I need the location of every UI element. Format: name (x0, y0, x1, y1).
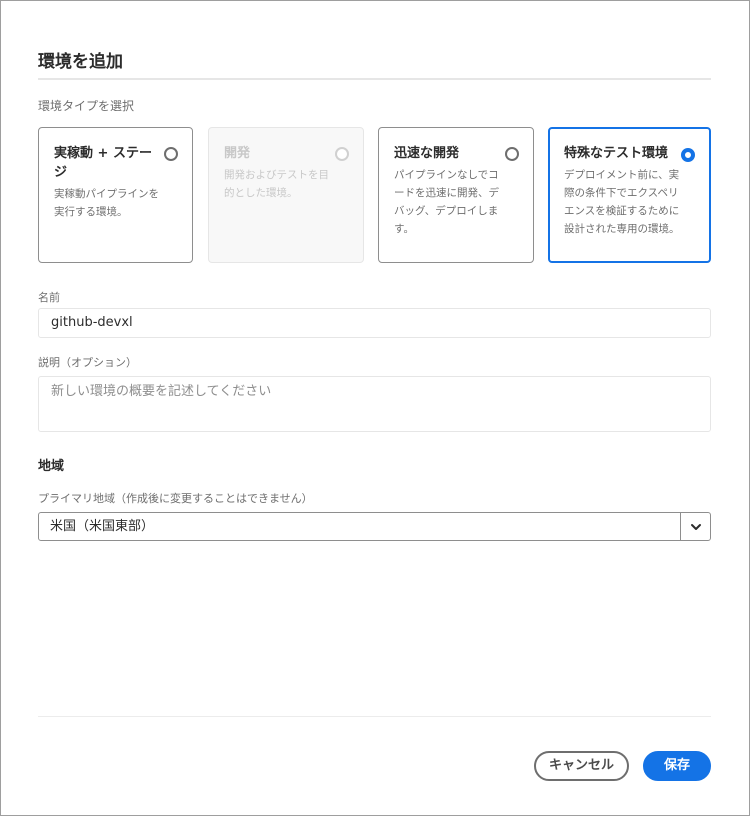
primary-region-value: 米国（米国東部） (50, 519, 155, 534)
name-label: 名前 (38, 291, 60, 304)
radio-disabled-icon (335, 147, 349, 161)
save-button[interactable]: 保存 (643, 751, 711, 781)
primary-region-select[interactable]: 米国（米国東部） (38, 512, 711, 541)
radio-unchecked-icon[interactable] (164, 147, 178, 161)
dialog-title: 環境を追加 (38, 52, 123, 72)
name-input[interactable]: github-devxl (38, 308, 711, 338)
primary-region-label: プライマリ地域（作成後に変更することはできません） (38, 492, 313, 505)
env-option-desc: パイプラインなしでコードを迅速に開発、デバッグ、デプロイします。 (394, 169, 499, 235)
env-option-title: 開発 (224, 146, 251, 161)
chevron-down-icon (691, 524, 701, 530)
env-option-rapid-development[interactable]: 迅速な開発 パイプラインなしでコードを迅速に開発、デバッグ、デプロイします。 (378, 127, 534, 263)
title-divider (38, 78, 711, 80)
env-option-title: 迅速な開発 (394, 146, 460, 161)
env-option-desc: デプロイメント前に、実際の条件下でエクスペリエンスを検証するために設計された専用… (564, 169, 680, 235)
env-option-desc: 実稼動パイプラインを実行する環境。 (54, 188, 159, 218)
env-type-label: 環境タイプを選択 (38, 99, 135, 113)
radio-unchecked-icon[interactable] (505, 147, 519, 161)
radio-checked-icon[interactable] (681, 148, 695, 162)
env-option-title: 実稼動 + ステージ (54, 146, 152, 180)
description-textarea[interactable]: 新しい環境の概要を記述してください (38, 376, 711, 432)
description-label: 説明（オプション） (38, 356, 137, 369)
add-environment-dialog: 環境を追加 環境タイプを選択 実稼動 + ステージ 実稼動パイプラインを実行する… (0, 0, 750, 816)
env-option-production-stage[interactable]: 実稼動 + ステージ 実稼動パイプラインを実行する環境。 (38, 127, 193, 263)
footer-divider (38, 716, 711, 717)
env-option-title: 特殊なテスト環境 (564, 146, 669, 161)
env-option-desc: 開発およびテストを目的とした環境。 (224, 169, 329, 199)
env-option-development: 開発 開発およびテストを目的とした環境。 (208, 127, 364, 263)
cancel-button[interactable]: キャンセル (534, 751, 629, 781)
region-heading: 地域 (38, 459, 65, 474)
dropdown-toggle-button[interactable] (680, 513, 710, 540)
env-option-specialized-testing[interactable]: 特殊なテスト環境 デプロイメント前に、実際の条件下でエクスペリエンスを検証するた… (548, 127, 711, 263)
